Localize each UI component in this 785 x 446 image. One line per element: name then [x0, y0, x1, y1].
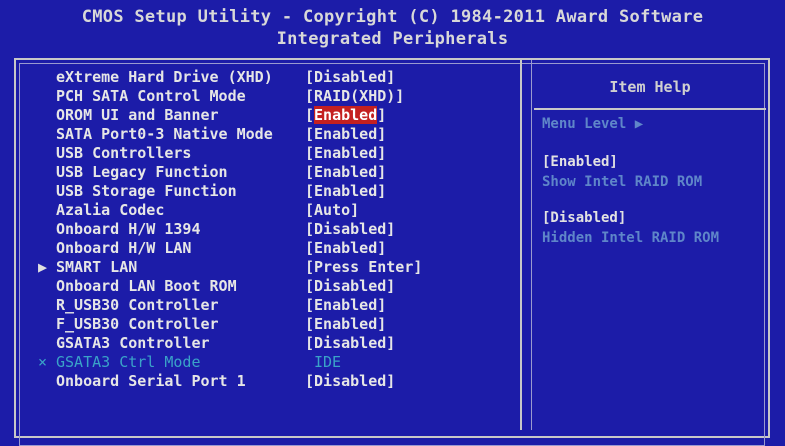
setting-label: Onboard Serial Port 1	[56, 372, 246, 390]
setting-value[interactable]: [Disabled]	[305, 68, 395, 87]
setting-label: GSATA3 Controller	[56, 334, 210, 352]
setting-value[interactable]: [Disabled]	[305, 372, 395, 391]
setting-value[interactable]: [RAID(XHD)]	[305, 87, 404, 106]
setting-pch-sata-mode[interactable]: PCH SATA Control Mode [RAID(XHD)]	[38, 87, 518, 106]
setting-gsata3-controller[interactable]: GSATA3 Controller [Disabled]	[38, 334, 518, 353]
selected-value-highlight[interactable]: Enabled	[314, 106, 378, 124]
setting-value[interactable]: [Enabled]	[305, 315, 386, 334]
submenu-arrow-icon: ▶	[38, 258, 48, 276]
setting-value[interactable]: [Enabled]	[305, 239, 386, 258]
setting-usb-storage[interactable]: USB Storage Function [Enabled]	[38, 182, 518, 201]
setting-label: Onboard H/W 1394	[56, 220, 201, 238]
setting-value[interactable]: [Auto]	[305, 201, 359, 220]
setting-usb-legacy[interactable]: USB Legacy Function [Enabled]	[38, 163, 518, 182]
setting-label: USB Legacy Function	[56, 163, 228, 181]
setting-label: F_USB30 Controller	[56, 315, 219, 333]
setup-header: CMOS Setup Utility - Copyright (C) 1984-…	[0, 6, 785, 50]
setting-f-usb30[interactable]: F_USB30 Controller [Enabled]	[38, 315, 518, 334]
setting-value[interactable]: [Press Enter]	[305, 258, 422, 277]
unavailable-x-icon: ×	[38, 353, 48, 371]
setting-usb-controllers[interactable]: USB Controllers [Enabled]	[38, 144, 518, 163]
setting-xhd[interactable]: eXtreme Hard Drive (XHD) [Disabled]	[38, 68, 518, 87]
setting-label: Azalia Codec	[56, 201, 165, 219]
setting-value[interactable]: [Enabled]	[305, 182, 386, 201]
setting-label: GSATA3 Ctrl Mode	[56, 353, 201, 371]
setting-label: SATA Port0-3 Native Mode	[56, 125, 273, 143]
setting-value[interactable]: [Enabled]	[305, 163, 386, 182]
help-option-enabled-desc: Show Intel RAID ROM	[542, 174, 703, 190]
setting-r-usb30[interactable]: R_USB30 Controller [Enabled]	[38, 296, 518, 315]
page-title: Integrated Peripherals	[276, 29, 509, 49]
setting-value: IDE	[314, 353, 342, 371]
menu-level: Menu Level ▶	[542, 116, 644, 132]
setting-value[interactable]: [Enabled]	[305, 106, 386, 125]
item-help-title: Item Help	[609, 78, 691, 96]
setting-smart-lan[interactable]: ▶ SMART LAN [Press Enter]	[38, 258, 518, 277]
setting-value[interactable]: [Enabled]	[305, 296, 386, 315]
setting-label: eXtreme Hard Drive (XHD)	[56, 68, 273, 86]
setting-label: USB Storage Function	[56, 182, 237, 200]
setting-serial-port-1[interactable]: Onboard Serial Port 1 [Disabled]	[38, 372, 518, 391]
setting-label: SMART LAN	[56, 258, 138, 276]
setting-gsata3-ctrl-mode: × GSATA3 Ctrl Mode IDE	[38, 353, 518, 372]
setting-value[interactable]: [Disabled]	[305, 220, 395, 239]
panel-divider	[520, 60, 532, 430]
setting-label: USB Controllers	[56, 144, 192, 162]
utility-title: CMOS Setup Utility - Copyright (C) 1984-…	[81, 7, 704, 27]
setting-azalia-codec[interactable]: Azalia Codec [Auto]	[38, 201, 518, 220]
setting-value[interactable]: [Disabled]	[305, 277, 395, 296]
setting-label: PCH SATA Control Mode	[56, 87, 246, 105]
help-option-disabled: [Disabled]	[542, 210, 627, 226]
setting-value[interactable]: [Enabled]	[305, 144, 386, 163]
setting-label: Onboard H/W LAN	[56, 239, 192, 257]
setting-label: Onboard LAN Boot ROM	[56, 277, 237, 295]
setting-onboard-lan[interactable]: Onboard H/W LAN [Enabled]	[38, 239, 518, 258]
setting-label: OROM UI and Banner	[56, 106, 219, 124]
setting-value[interactable]: [Enabled]	[305, 125, 386, 144]
setting-lan-boot-rom[interactable]: Onboard LAN Boot ROM [Disabled]	[38, 277, 518, 296]
item-help-body: Menu Level ▶ [Enabled] Show Intel RAID R…	[542, 114, 772, 248]
setting-label: R_USB30 Controller	[56, 296, 219, 314]
help-option-disabled-desc: Hidden Intel RAID ROM	[542, 230, 720, 246]
setting-value[interactable]: [Disabled]	[305, 334, 395, 353]
setting-orom-ui-banner[interactable]: OROM UI and Banner [Enabled]	[38, 106, 518, 125]
item-help-header: Item Help	[534, 70, 766, 110]
setting-onboard-1394[interactable]: Onboard H/W 1394 [Disabled]	[38, 220, 518, 239]
help-option-enabled: [Enabled]	[542, 154, 618, 170]
settings-menu: eXtreme Hard Drive (XHD) [Disabled] PCH …	[38, 68, 518, 391]
setting-sata-native-mode[interactable]: SATA Port0-3 Native Mode [Enabled]	[38, 125, 518, 144]
